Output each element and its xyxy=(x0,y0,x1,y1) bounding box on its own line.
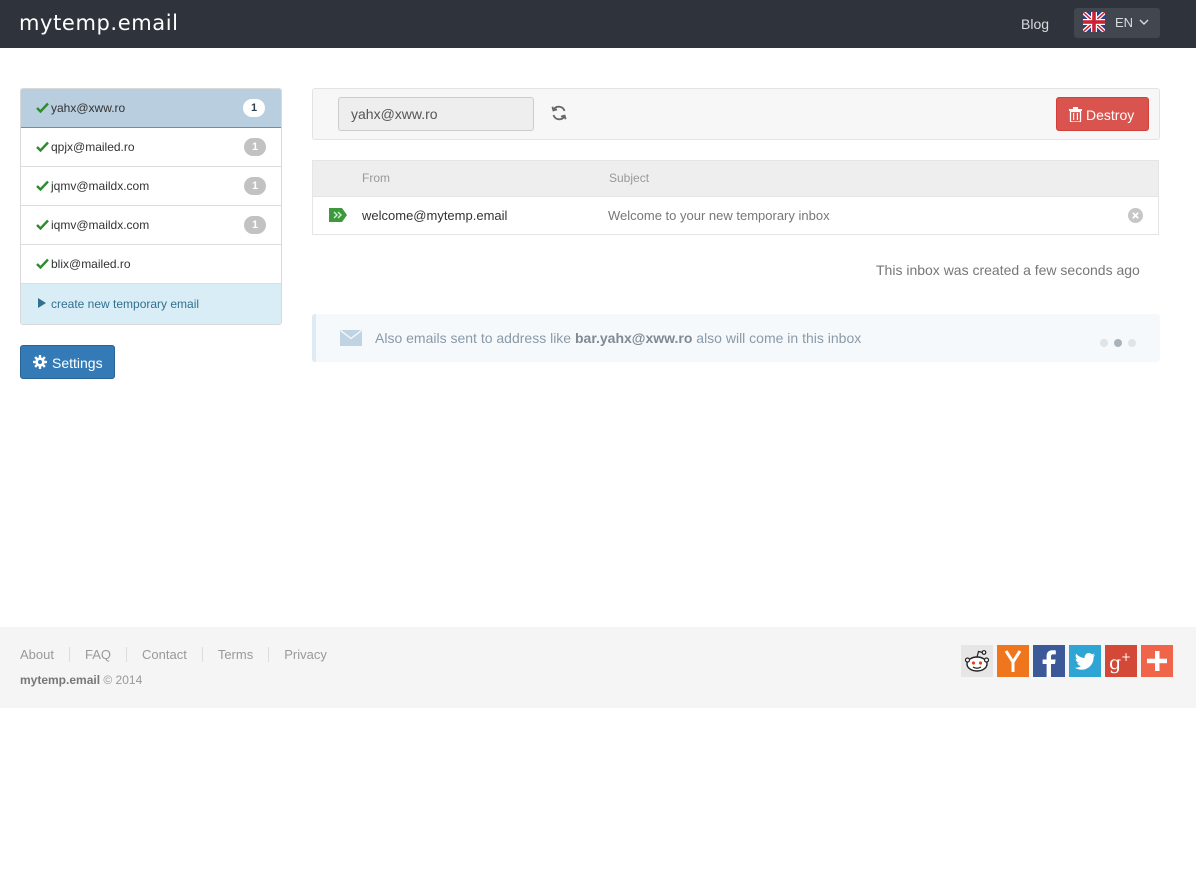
footer-links: About FAQ Contact Terms Privacy xyxy=(20,647,342,662)
google-plus-icon[interactable]: g + xyxy=(1105,645,1137,677)
check-icon xyxy=(36,180,49,191)
new-message-tag-icon xyxy=(329,208,347,222)
inbox-table: From Subject welcome@mytemp.email Welcom… xyxy=(312,160,1159,235)
alias-info-prefix: Also emails sent to address like xyxy=(375,330,575,346)
email-address: qpjx@mailed.ro xyxy=(51,140,135,154)
check-icon xyxy=(36,258,49,269)
alias-info-text: Also emails sent to address like bar.yah… xyxy=(375,330,861,346)
footer-link-terms[interactable]: Terms xyxy=(201,647,268,662)
gear-icon xyxy=(33,355,47,369)
refresh-icon[interactable] xyxy=(550,104,568,122)
create-new-email-link[interactable]: create new temporary email xyxy=(21,284,281,324)
check-icon xyxy=(36,102,49,113)
create-new-email-label: create new temporary email xyxy=(51,297,200,311)
email-address: jqmv@maildx.com xyxy=(51,179,150,193)
carousel-dots xyxy=(1100,334,1142,352)
copyright-year: © 2014 xyxy=(100,673,143,687)
trash-icon xyxy=(1069,107,1082,122)
unread-count-badge: 1 xyxy=(244,138,266,156)
caret-right-icon xyxy=(38,298,46,308)
carousel-dot[interactable] xyxy=(1100,339,1108,347)
language-selector[interactable]: EN xyxy=(1074,8,1160,38)
footer-link-about[interactable]: About xyxy=(20,647,69,662)
blog-link[interactable]: Blog xyxy=(1021,16,1049,32)
column-header-subject: Subject xyxy=(609,171,650,185)
carousel-dot[interactable] xyxy=(1128,339,1136,347)
message-subject: Welcome to your new temporary inbox xyxy=(608,208,830,223)
hacker-news-icon[interactable] xyxy=(997,645,1029,677)
unread-count-badge: 1 xyxy=(244,177,266,195)
email-item[interactable]: iqmv@maildx.com 1 xyxy=(21,206,281,245)
language-code: EN xyxy=(1115,15,1134,30)
footer-link-privacy[interactable]: Privacy xyxy=(268,647,342,662)
destroy-button[interactable]: Destroy xyxy=(1056,97,1149,131)
svg-text:+: + xyxy=(1121,650,1131,664)
footer: About FAQ Contact Terms Privacy mytemp.email… xyxy=(0,627,1196,708)
column-header-from: From xyxy=(362,171,390,185)
add-share-icon[interactable] xyxy=(1141,645,1173,677)
svg-text:g: g xyxy=(1109,652,1121,674)
check-icon xyxy=(36,219,49,230)
unread-count-badge: 1 xyxy=(243,99,265,117)
brand-logo[interactable]: mytemp.email xyxy=(19,10,179,36)
message-row[interactable]: welcome@mytemp.email Welcome to your new… xyxy=(313,196,1158,234)
email-address: blix@mailed.ro xyxy=(51,257,131,271)
email-item-active[interactable]: yahx@xww.ro 1 xyxy=(21,89,281,128)
email-item[interactable]: blix@mailed.ro xyxy=(21,245,281,284)
envelope-icon xyxy=(340,330,362,346)
facebook-icon[interactable] xyxy=(1033,645,1065,677)
settings-button[interactable]: Settings xyxy=(20,345,115,379)
top-navbar: mytemp.email Blog EN xyxy=(0,0,1196,48)
carousel-dot-active[interactable] xyxy=(1114,339,1122,347)
destroy-label: Destroy xyxy=(1086,107,1135,123)
inbox-header-row: From Subject xyxy=(313,161,1158,196)
alias-info-alert: Also emails sent to address like bar.yah… xyxy=(312,314,1160,362)
email-address: iqmv@maildx.com xyxy=(51,218,150,232)
email-address: yahx@xww.ro xyxy=(51,101,126,115)
alias-info-suffix: also will come in this inbox xyxy=(692,330,862,346)
reddit-icon[interactable] xyxy=(961,645,993,677)
footer-link-faq[interactable]: FAQ xyxy=(68,647,126,662)
delete-message-icon[interactable] xyxy=(1128,208,1143,223)
email-item[interactable]: jqmv@maildx.com 1 xyxy=(21,167,281,206)
twitter-icon[interactable] xyxy=(1069,645,1101,677)
copyright: mytemp.email © 2014 xyxy=(20,673,142,687)
inbox-toolbar: Destroy xyxy=(312,88,1160,140)
unread-count-badge: 1 xyxy=(244,216,266,234)
uk-flag-icon xyxy=(1083,12,1105,32)
message-from: welcome@mytemp.email xyxy=(362,208,508,223)
email-address-input[interactable] xyxy=(338,97,534,131)
footer-link-contact[interactable]: Contact xyxy=(126,647,202,662)
inbox-created-text: This inbox was created a few seconds ago xyxy=(876,262,1140,278)
email-list: yahx@xww.ro 1 qpjx@mailed.ro 1 jqmv@mail… xyxy=(20,88,282,325)
check-icon xyxy=(36,141,49,152)
settings-label: Settings xyxy=(52,355,103,371)
footer-brand: mytemp.email xyxy=(20,673,101,687)
chevron-down-icon xyxy=(1139,19,1149,25)
email-item[interactable]: qpjx@mailed.ro 1 xyxy=(21,128,281,167)
alias-example: bar.yahx@xww.ro xyxy=(574,330,693,346)
